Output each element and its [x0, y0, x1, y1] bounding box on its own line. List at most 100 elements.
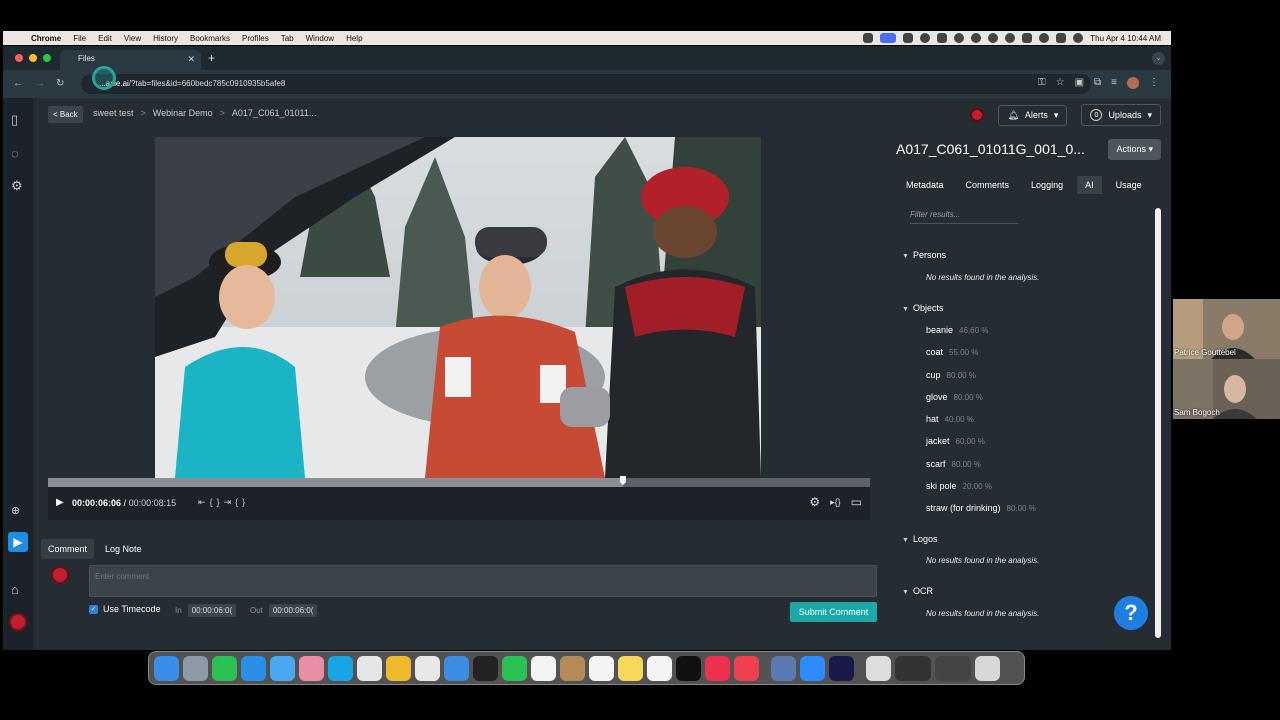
control-center-icon[interactable]: [1056, 33, 1067, 43]
fullscreen-icon[interactable]: ▭: [851, 495, 862, 509]
section-ocr[interactable]: ▼ OCR: [902, 586, 933, 596]
mark-in-icon[interactable]: ⇤: [198, 497, 210, 507]
browser-tab[interactable]: Files ✕: [60, 50, 201, 70]
screen-record-icon[interactable]: [863, 33, 874, 43]
calendar-icon[interactable]: [531, 655, 556, 681]
safari-icon[interactable]: [444, 655, 469, 681]
filter-input[interactable]: Filter results...: [910, 210, 1018, 224]
zoom-share-icon[interactable]: [880, 33, 897, 43]
launchpad-icon[interactable]: [183, 655, 208, 681]
scrubber-track[interactable]: [48, 478, 870, 487]
bookmark-star-icon[interactable]: ☆: [1056, 77, 1065, 89]
terminal-icon[interactable]: [473, 655, 498, 681]
axle-logo-icon[interactable]: ▶: [8, 532, 28, 552]
object-item[interactable]: jacket 60.00 %: [926, 436, 985, 446]
object-item[interactable]: glove 80.00 %: [926, 392, 983, 402]
breadcrumb-item[interactable]: sweet test: [93, 108, 134, 118]
profile-avatar[interactable]: [1127, 77, 1139, 89]
news-icon[interactable]: [734, 655, 759, 681]
preview-icon[interactable]: [771, 655, 796, 681]
object-item[interactable]: straw (for drinking) 80.00 %: [926, 503, 1036, 513]
contacts-icon[interactable]: [560, 655, 585, 681]
help-button[interactable]: ?: [1114, 596, 1148, 630]
call-tile[interactable]: Patrice Gouttebel: [1173, 299, 1280, 359]
chat-icon[interactable]: ◌: [11, 146, 19, 161]
out-field[interactable]: 00:00:06:0(: [268, 604, 318, 617]
menu-view[interactable]: View: [118, 34, 147, 43]
notes-icon[interactable]: [618, 655, 643, 681]
key-icon[interactable]: ⚿: [1038, 77, 1046, 89]
menu-edit[interactable]: Edit: [92, 34, 118, 43]
submit-comment-button[interactable]: Submit Comment: [790, 602, 877, 622]
menu-tab[interactable]: Tab: [275, 34, 300, 43]
files-icon[interactable]: ▯: [11, 112, 18, 128]
window-thumbnail-icon[interactable]: [895, 655, 931, 681]
close-window-icon[interactable]: [15, 54, 23, 62]
reload-icon[interactable]: ↻: [56, 78, 64, 89]
tab-close-icon[interactable]: ✕: [187, 54, 195, 65]
section-logos[interactable]: ▼ Logos: [902, 534, 937, 544]
section-objects[interactable]: ▼ Objects: [902, 303, 943, 313]
record-icon[interactable]: [971, 33, 982, 43]
tab-comments[interactable]: Comments: [958, 176, 1018, 194]
kebab-menu-icon[interactable]: ⋮: [1149, 77, 1159, 89]
breadcrumb-item[interactable]: Webinar Demo: [153, 108, 213, 118]
facetime-icon[interactable]: [502, 655, 527, 681]
settings-gear-icon[interactable]: ⚙: [809, 495, 820, 509]
drive-icon[interactable]: [386, 655, 411, 681]
chrome-icon[interactable]: [415, 655, 440, 681]
mail-icon[interactable]: [241, 655, 266, 681]
comment-input[interactable]: Enter comment: [89, 565, 877, 597]
call-tile[interactable]: Sam Bogoch: [1173, 359, 1280, 419]
play-icon[interactable]: ▶: [56, 497, 64, 508]
add-circle-icon[interactable]: ⊕: [11, 504, 20, 517]
in-field[interactable]: 00:00:06:0(: [187, 604, 237, 617]
section-persons[interactable]: ▼ Persons: [902, 250, 946, 260]
menu-clock[interactable]: Thu Apr 4 10:44 AM: [1090, 34, 1161, 43]
premiere-icon[interactable]: [829, 655, 854, 681]
tab-search-icon[interactable]: ⌄: [1152, 52, 1165, 65]
go-to-in-icon[interactable]: ▸{}: [830, 497, 841, 509]
maps-icon[interactable]: [270, 655, 295, 681]
menu-chrome[interactable]: Chrome: [25, 34, 67, 43]
tab-logging[interactable]: Logging: [1023, 176, 1071, 194]
object-item[interactable]: hat 40.00 %: [926, 414, 974, 424]
trash-icon[interactable]: [975, 655, 1000, 681]
object-item[interactable]: coat 55.00 %: [926, 347, 978, 357]
freeform-icon[interactable]: [647, 655, 672, 681]
object-item[interactable]: ski pole 20.00 %: [926, 481, 992, 491]
search-icon[interactable]: [1039, 33, 1050, 43]
object-item[interactable]: cup 80.00 %: [926, 370, 976, 380]
tab-usage[interactable]: Usage: [1108, 176, 1150, 194]
music-icon[interactable]: [705, 655, 730, 681]
media-icon[interactable]: ≡: [1111, 77, 1117, 89]
dropbox-icon[interactable]: [903, 33, 914, 43]
photos-icon[interactable]: [299, 655, 324, 681]
slack-icon[interactable]: [357, 655, 382, 681]
menu-window[interactable]: Window: [300, 34, 340, 43]
tab-comment[interactable]: Comment: [41, 539, 95, 559]
uploads-button[interactable]: 0 Uploads ▾: [1081, 104, 1161, 126]
moon-icon[interactable]: [954, 33, 965, 43]
minimize-window-icon[interactable]: [29, 54, 37, 62]
address-bar[interactable]: ...axie.ai/?tab=files&id=660bedc785c0910…: [81, 74, 1091, 94]
settings-gear-icon[interactable]: ⚙: [11, 178, 23, 194]
creative-cloud-icon[interactable]: [920, 33, 931, 43]
tab-ai[interactable]: AI: [1077, 176, 1102, 194]
menu-history[interactable]: History: [147, 34, 184, 43]
menu-file[interactable]: File: [67, 34, 92, 43]
extension-puzzle-icon[interactable]: ▣: [1075, 77, 1084, 89]
object-item[interactable]: beanie 46.60 %: [926, 325, 988, 335]
tab-metadata[interactable]: Metadata: [898, 176, 952, 194]
tab-log-note[interactable]: Log Note: [98, 539, 149, 559]
new-tab-icon[interactable]: +: [208, 51, 215, 65]
home-icon[interactable]: ⌂: [11, 582, 19, 597]
object-item[interactable]: scarf 80.00 %: [926, 459, 981, 469]
document-icon[interactable]: [866, 655, 891, 681]
play-status-icon[interactable]: [988, 33, 999, 43]
mark-out-icon[interactable]: ⇥: [224, 497, 236, 507]
header-avatar[interactable]: [970, 108, 985, 122]
set-out-icon[interactable]: }: [217, 497, 224, 507]
user-avatar[interactable]: [9, 613, 27, 631]
wifi-icon[interactable]: [1022, 33, 1033, 43]
